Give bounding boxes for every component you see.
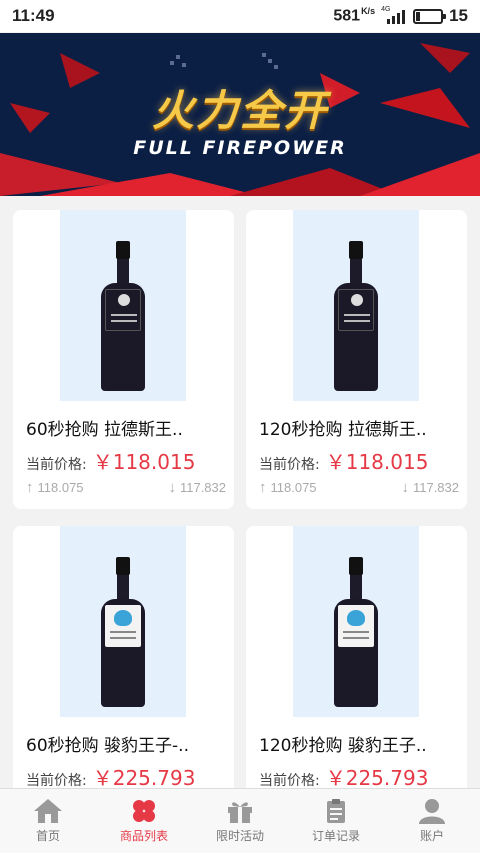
product-title: 60秒抢购 拉德斯王.. (26, 420, 183, 440)
price-row: 当前价格: ￥225.793 (26, 762, 195, 791)
tab-product-list[interactable]: 商品列表 (96, 789, 192, 853)
clipboard-icon (327, 799, 345, 823)
wine-bottle-icon (101, 241, 145, 391)
price-value: ￥225.793 (325, 766, 429, 790)
battery-level: 15 (449, 6, 468, 25)
user-icon (419, 799, 445, 824)
product-title: 120秒抢购 拉德斯王.. (259, 420, 427, 440)
low-price-value: 117.832 (412, 480, 459, 495)
wine-bottle-icon (101, 557, 145, 707)
price-value: ￥118.015 (325, 450, 429, 474)
arrow-down-icon: ↓ (168, 479, 176, 496)
price-stats: ↑ 118.075 ↓ 117.832 (26, 479, 226, 496)
price-label: 当前价格: (259, 457, 320, 473)
network-speed-value: 581 (333, 7, 361, 25)
tab-label: 首页 (35, 829, 60, 843)
price-label: 当前价格: (259, 773, 320, 789)
product-image (60, 210, 186, 401)
tab-label: 商品列表 (119, 829, 168, 843)
tab-order-history[interactable]: 订单记录 (288, 789, 384, 853)
promo-banner[interactable]: 火力全开 FULL FIREPOWER (0, 33, 480, 196)
high-price-value: 118.075 (37, 480, 84, 495)
status-time: 11:49 (12, 6, 55, 25)
tab-limited-events[interactable]: 限时活动 (192, 789, 288, 853)
banner-subtitle: FULL FIREPOWER (133, 137, 347, 159)
price-row: 当前价格: ￥225.793 (259, 762, 428, 791)
low-price: ↓ 117.832 (168, 479, 226, 496)
price-stats: ↑ 118.075 ↓ 117.832 (259, 479, 459, 496)
banner-title: 火力全开 (151, 86, 328, 135)
product-image (293, 210, 419, 401)
tab-label: 限时活动 (215, 829, 264, 843)
high-price-value: 118.075 (270, 480, 317, 495)
network-speed-unit: K/s (361, 6, 376, 17)
product-card[interactable]: 60秒抢购 拉德斯王.. 当前价格: ￥118.015 ↑ 118.075 ↓ 11… (13, 210, 234, 509)
arrow-up-icon: ↑ (26, 479, 34, 496)
bottom-tab-bar: 首页 商品列表 限时活动 订单记录 账户 (0, 788, 480, 853)
clover-icon (133, 800, 155, 822)
low-price-value: 117.832 (179, 480, 226, 495)
wine-bottle-icon (334, 241, 378, 391)
high-price: ↑ 118.075 (259, 479, 317, 496)
wine-bottle-icon (334, 557, 378, 707)
product-image (293, 526, 419, 717)
low-price: ↓ 117.832 (401, 479, 459, 496)
product-card[interactable]: 60秒抢购 骏豹王子-.. 当前价格: ￥225.793 (13, 526, 234, 825)
high-price: ↑ 118.075 (26, 479, 84, 496)
gift-icon (228, 802, 252, 823)
signal-bars-icon: 4G (381, 6, 407, 24)
tab-label: 订单记录 (311, 829, 360, 843)
status-bar: 11:49 581K/s 4G 15 (0, 0, 480, 32)
status-indicators: 581K/s 4G 15 (333, 6, 468, 26)
arrow-down-icon: ↓ (401, 479, 409, 496)
home-icon (34, 799, 62, 823)
price-label: 当前价格: (26, 773, 87, 789)
battery-icon (413, 8, 447, 24)
tab-account[interactable]: 账户 (384, 789, 480, 853)
network-speed: 581K/s (333, 6, 375, 25)
tab-home[interactable]: 首页 (0, 789, 96, 853)
product-image (60, 526, 186, 717)
arrow-up-icon: ↑ (259, 479, 267, 496)
price-value: ￥225.793 (92, 766, 196, 790)
product-card[interactable]: 120秒抢购 拉德斯王.. 当前价格: ￥118.015 ↑ 118.075 ↓ 1… (246, 210, 467, 509)
tab-label: 账户 (419, 829, 444, 843)
product-title: 60秒抢购 骏豹王子-.. (26, 736, 189, 756)
price-label: 当前价格: (26, 457, 87, 473)
price-row: 当前价格: ￥118.015 (259, 446, 428, 475)
product-title: 120秒抢购 骏豹王子.. (259, 736, 427, 756)
product-card[interactable]: 120秒抢购 骏豹王子.. 当前价格: ￥225.793 (246, 526, 467, 825)
price-row: 当前价格: ￥118.015 (26, 446, 195, 475)
price-value: ￥118.015 (92, 450, 196, 474)
